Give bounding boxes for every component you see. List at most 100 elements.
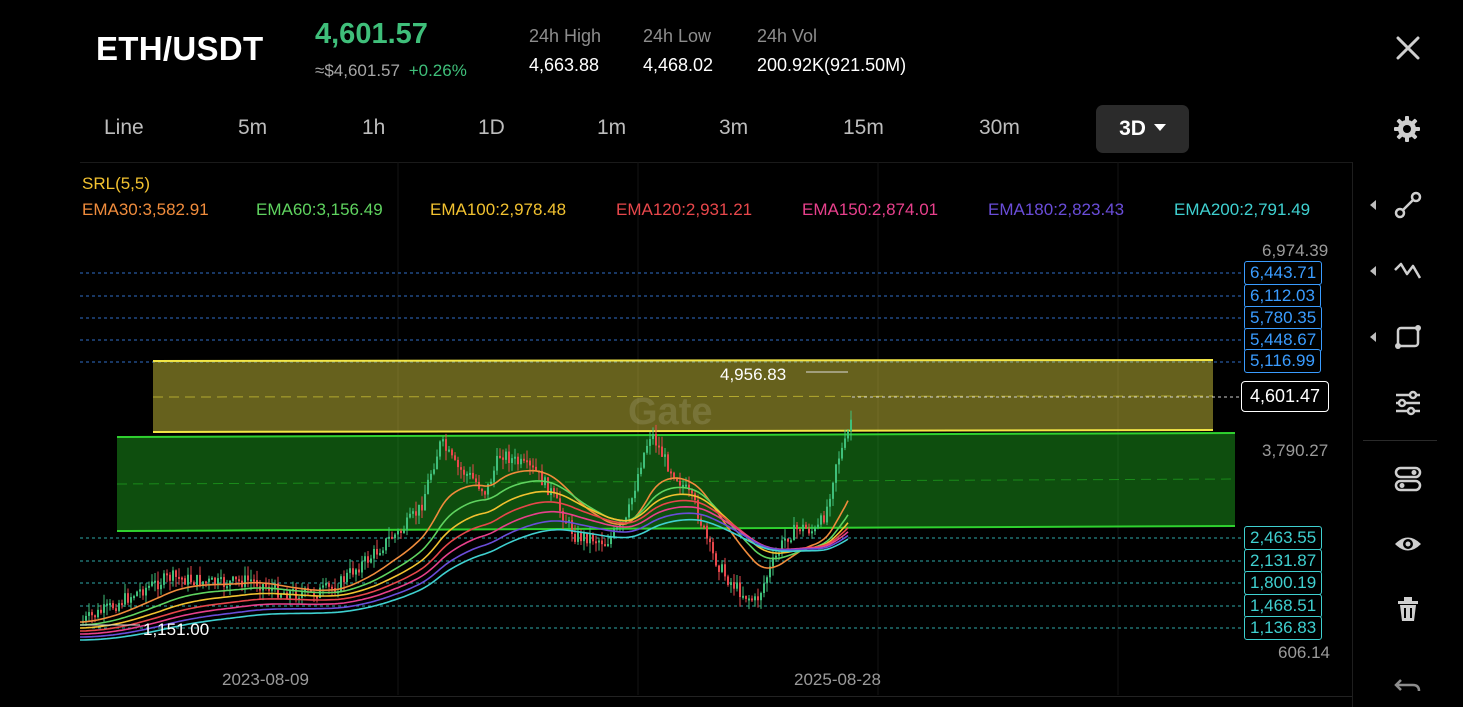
ema180-legend: EMA180:2,823.43 bbox=[988, 200, 1125, 219]
candle bbox=[481, 488, 483, 492]
candle bbox=[328, 583, 330, 587]
candle bbox=[838, 458, 840, 465]
candle bbox=[517, 456, 519, 465]
candle bbox=[586, 533, 588, 544]
candle bbox=[616, 527, 618, 530]
candle bbox=[739, 582, 741, 598]
candle bbox=[145, 587, 147, 596]
expand-arrow-icon[interactable] bbox=[1370, 200, 1376, 210]
candle bbox=[529, 460, 531, 466]
trash-icon[interactable] bbox=[1393, 594, 1423, 624]
candle bbox=[166, 573, 168, 576]
candle bbox=[484, 491, 486, 495]
candle bbox=[238, 579, 240, 582]
candle bbox=[205, 581, 207, 584]
tab-15m[interactable]: 15m bbox=[843, 116, 884, 140]
tab-1h[interactable]: 1h bbox=[362, 116, 385, 140]
rectangle-icon[interactable] bbox=[1393, 322, 1423, 352]
candle bbox=[631, 498, 633, 505]
candle bbox=[397, 530, 399, 535]
candle bbox=[724, 564, 726, 577]
watermark-text: Gate bbox=[628, 391, 712, 433]
candle bbox=[523, 458, 525, 461]
candle bbox=[226, 586, 228, 589]
candle bbox=[94, 615, 96, 618]
chevron-down-icon bbox=[1153, 123, 1166, 131]
candle bbox=[121, 603, 123, 606]
candle bbox=[91, 612, 93, 616]
undo-icon[interactable] bbox=[1393, 670, 1423, 700]
candle bbox=[532, 465, 534, 468]
candle bbox=[670, 471, 672, 474]
eye-icon[interactable] bbox=[1393, 529, 1423, 559]
tab-line[interactable]: Line bbox=[104, 116, 144, 140]
candle bbox=[829, 498, 831, 507]
candle bbox=[682, 484, 684, 487]
candle bbox=[247, 575, 249, 581]
candle bbox=[376, 548, 378, 555]
candle bbox=[433, 469, 435, 474]
candle bbox=[691, 490, 693, 494]
trendline-icon[interactable] bbox=[1393, 190, 1423, 220]
candle bbox=[757, 596, 759, 601]
candle bbox=[763, 583, 765, 594]
candle bbox=[718, 565, 720, 572]
candle bbox=[367, 556, 369, 563]
wave-icon[interactable] bbox=[1393, 256, 1423, 286]
toggle-icon[interactable] bbox=[1393, 464, 1423, 494]
tab-1m[interactable]: 1m bbox=[597, 116, 626, 140]
candle bbox=[535, 466, 537, 471]
candle bbox=[316, 596, 318, 599]
candle bbox=[193, 582, 195, 586]
candle bbox=[709, 538, 711, 543]
candle bbox=[139, 589, 141, 592]
candle bbox=[850, 419, 852, 431]
candle bbox=[727, 576, 729, 585]
candle bbox=[526, 460, 528, 463]
candle bbox=[580, 532, 582, 542]
candle bbox=[151, 581, 153, 586]
candle bbox=[370, 558, 372, 563]
candle bbox=[823, 515, 825, 523]
resistance-tag: 5,116.99 bbox=[1244, 349, 1321, 373]
tab-1d[interactable]: 1D bbox=[478, 116, 505, 140]
sliders-icon[interactable] bbox=[1393, 388, 1423, 418]
support-tag: 1,468.51 bbox=[1244, 594, 1323, 618]
candle bbox=[436, 456, 438, 470]
candle bbox=[796, 524, 798, 530]
candle bbox=[211, 577, 213, 580]
last-price: 4,601.57 bbox=[315, 18, 428, 50]
candle bbox=[457, 459, 459, 468]
candlestick-chart[interactable]: Gate 4,956.83 1,151.00 bbox=[80, 162, 1352, 695]
candle bbox=[604, 544, 606, 547]
candle bbox=[115, 608, 117, 611]
tab-30m[interactable]: 30m bbox=[979, 116, 1020, 140]
tab-3m[interactable]: 3m bbox=[719, 116, 748, 140]
candle bbox=[88, 612, 90, 616]
tab-3d-dropdown[interactable]: 3D bbox=[1096, 105, 1189, 153]
tab-5m[interactable]: 5m bbox=[238, 116, 267, 140]
candle bbox=[133, 596, 135, 599]
ema30-legend: EMA30:3,582.91 bbox=[82, 200, 209, 219]
candle bbox=[382, 550, 384, 554]
candle bbox=[664, 454, 666, 457]
candle bbox=[472, 472, 474, 479]
srl-legend: SRL(5,5) bbox=[82, 174, 151, 193]
candle bbox=[427, 479, 429, 494]
candle bbox=[721, 564, 723, 572]
stat-value: 4,468.02 bbox=[643, 55, 714, 75]
ema200-legend: EMA200:2,791.49 bbox=[1174, 200, 1311, 219]
candle bbox=[820, 515, 822, 525]
high-price-label: 4,956.83 bbox=[720, 365, 786, 384]
candle bbox=[835, 464, 837, 483]
candle bbox=[199, 574, 201, 586]
expand-arrow-icon[interactable] bbox=[1370, 266, 1376, 276]
candle bbox=[352, 568, 354, 575]
close-icon[interactable] bbox=[1394, 34, 1422, 62]
candle bbox=[106, 603, 108, 606]
stat-label: 24h Low bbox=[643, 26, 712, 46]
candle bbox=[463, 469, 465, 475]
low-price-label: 1,151.00 bbox=[143, 620, 209, 639]
gear-icon[interactable] bbox=[1393, 115, 1421, 143]
expand-arrow-icon[interactable] bbox=[1370, 332, 1376, 342]
